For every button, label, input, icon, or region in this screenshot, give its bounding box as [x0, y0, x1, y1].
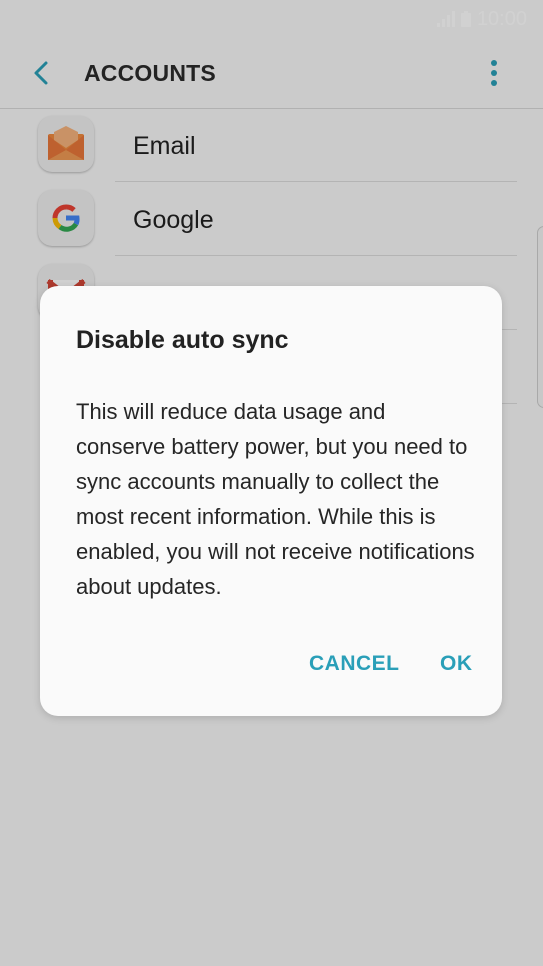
cancel-button[interactable]: CANCEL	[309, 652, 400, 676]
dialog-title: Disable auto sync	[76, 326, 289, 354]
disable-auto-sync-dialog: Disable auto sync This will reduce data …	[40, 286, 502, 716]
ok-button[interactable]: OK	[440, 652, 473, 676]
dialog-message: This will reduce data usage and conserve…	[76, 399, 475, 599]
